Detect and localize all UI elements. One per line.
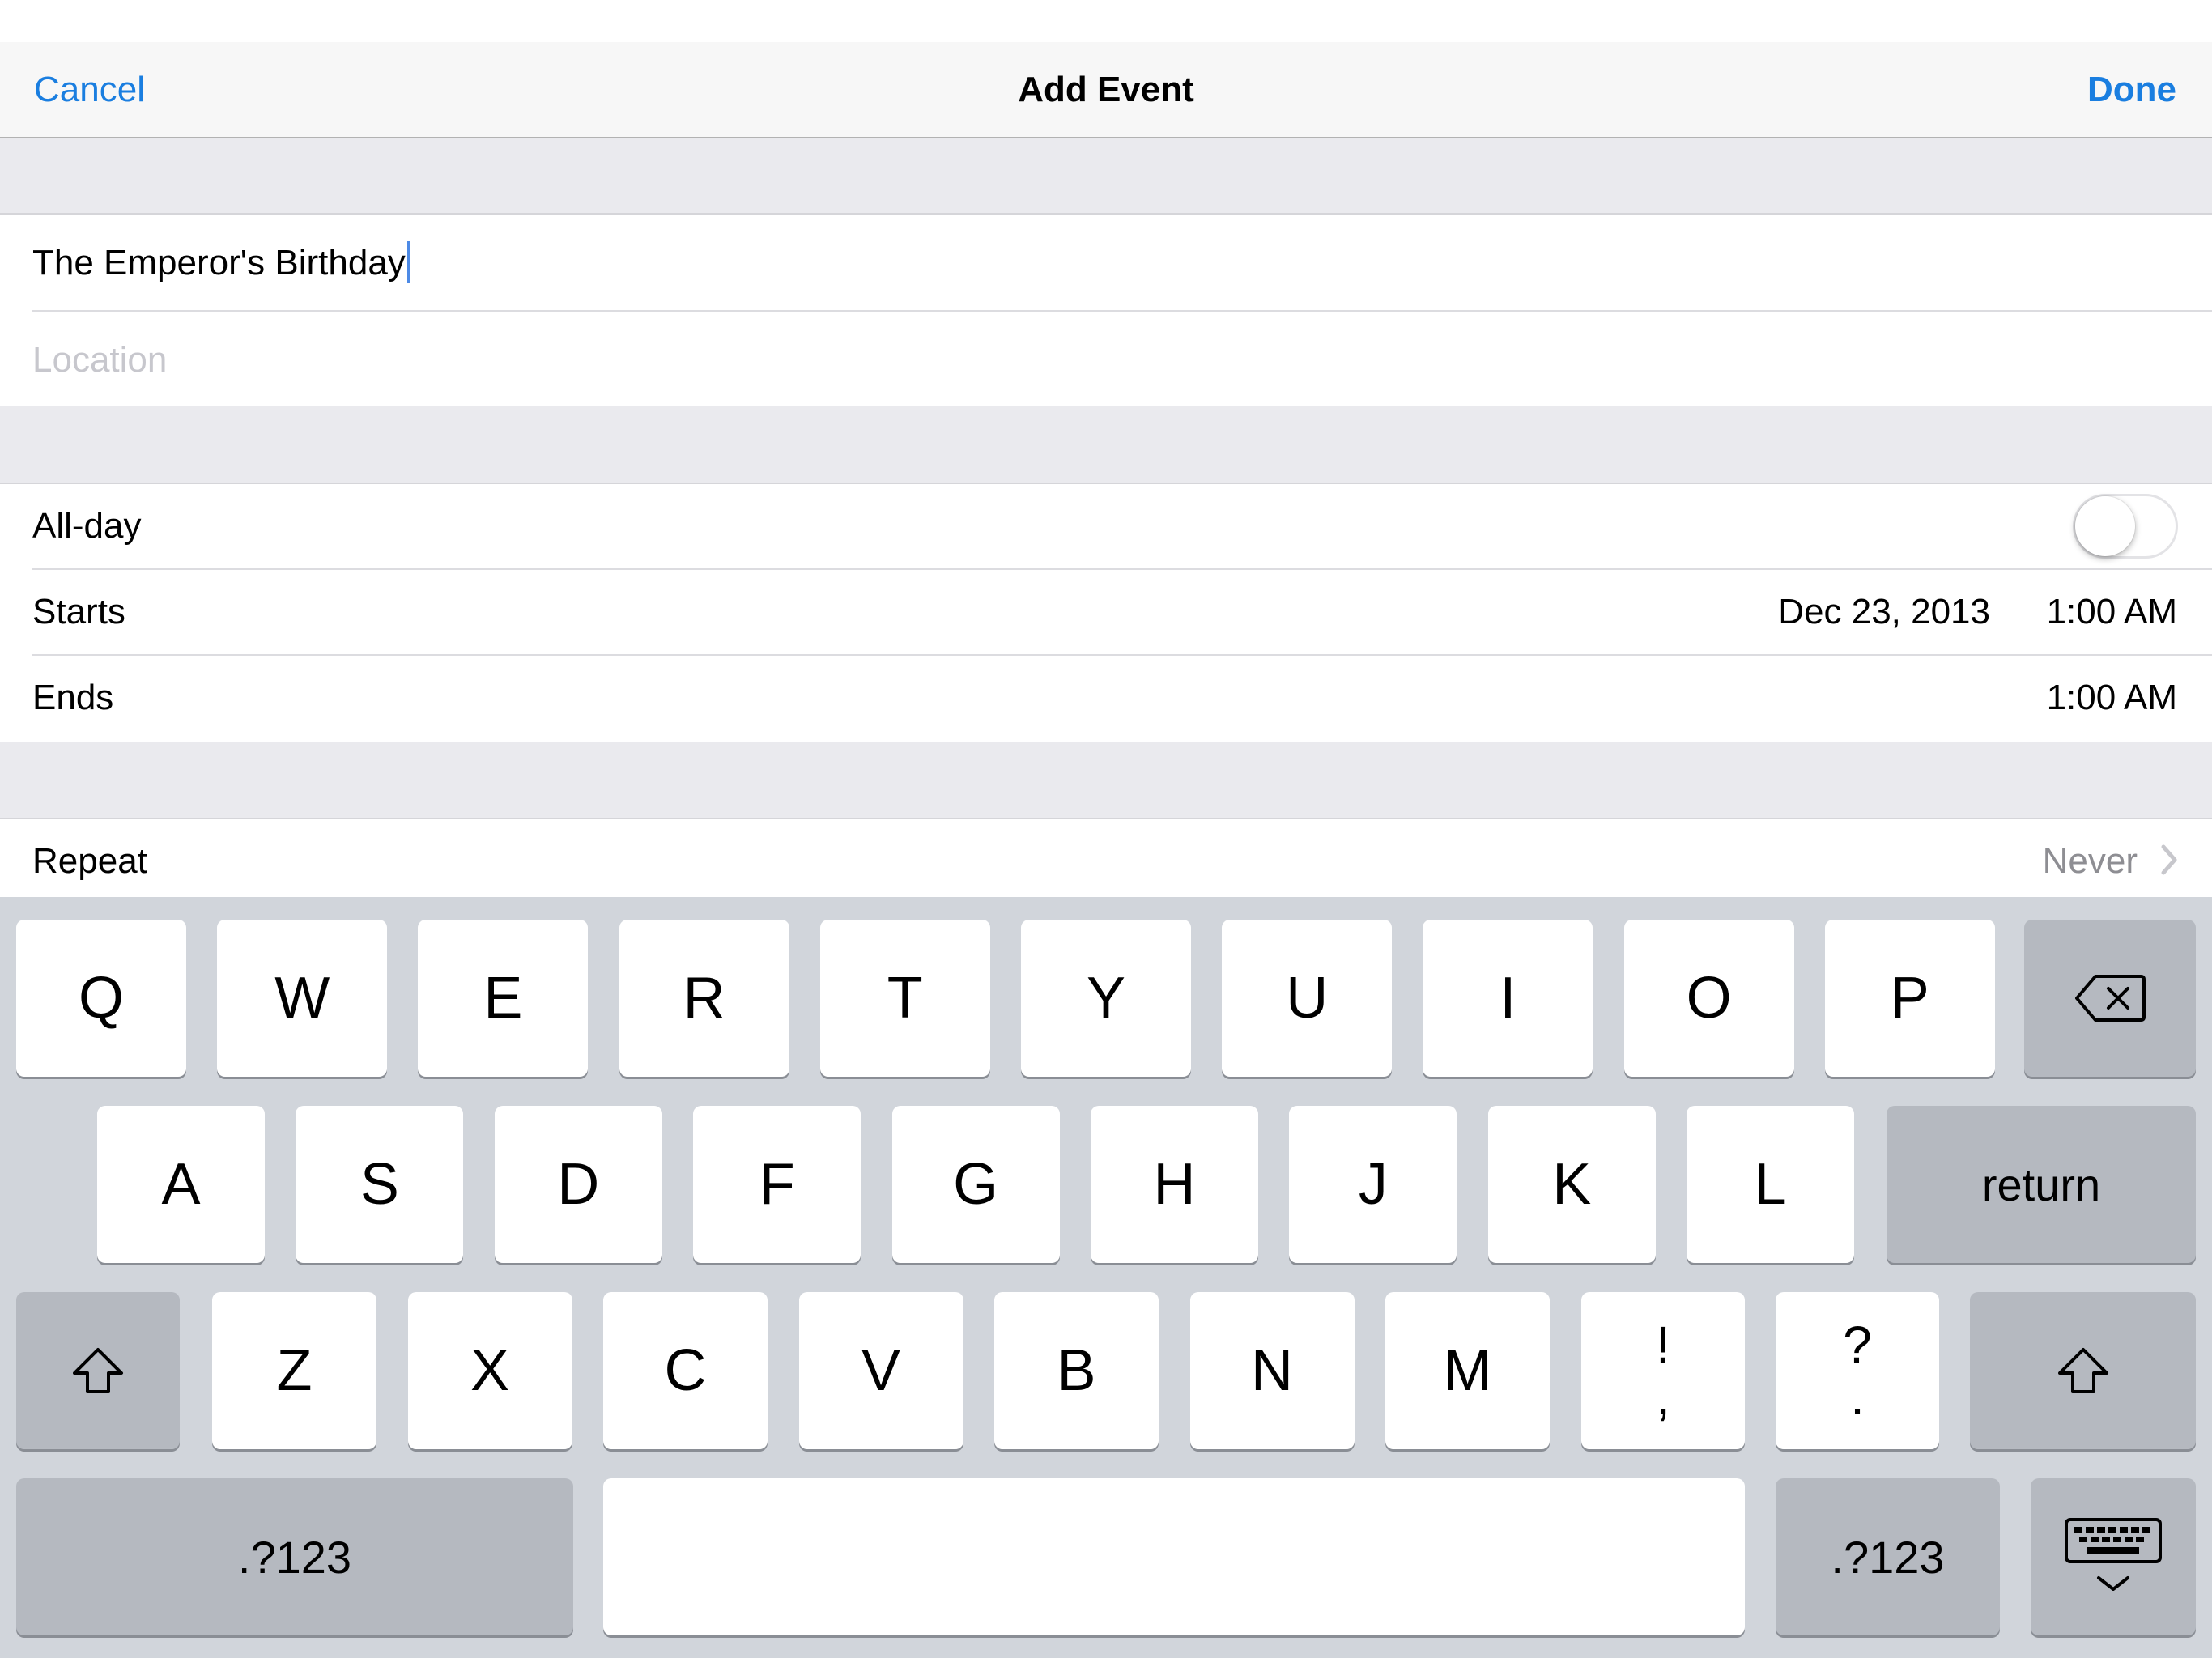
- key-e[interactable]: E: [418, 920, 589, 1077]
- dismiss-keyboard-key[interactable]: [2031, 1478, 2196, 1635]
- key-t[interactable]: T: [819, 920, 990, 1077]
- key-r[interactable]: R: [619, 920, 789, 1077]
- key-v[interactable]: V: [798, 1292, 963, 1449]
- right-shift-key[interactable]: [1970, 1292, 2196, 1449]
- shift-icon: [73, 1348, 123, 1393]
- key-h[interactable]: H: [1091, 1106, 1258, 1263]
- section-gap: [0, 138, 2212, 213]
- key-k[interactable]: K: [1487, 1106, 1656, 1263]
- key-p[interactable]: P: [1824, 920, 1995, 1077]
- page-title: Add Event: [1018, 70, 1194, 109]
- key-c[interactable]: C: [603, 1292, 768, 1449]
- key-z[interactable]: Z: [212, 1292, 376, 1449]
- shift-icon: [2057, 1348, 2108, 1393]
- key-w[interactable]: W: [217, 920, 388, 1077]
- title-location-group: The Emperor's Birthday Location: [0, 213, 2212, 410]
- key-a[interactable]: A: [97, 1106, 265, 1263]
- keyboard-dismiss-icon: [2065, 1518, 2162, 1591]
- left-shift-key[interactable]: [16, 1292, 180, 1449]
- key-f[interactable]: F: [693, 1106, 861, 1263]
- space-bar[interactable]: [603, 1478, 1745, 1635]
- cancel-button[interactable]: Cancel: [34, 42, 145, 137]
- date-group: All-day Starts Dec 23, 2013 1:00 AM Ends…: [0, 483, 2212, 745]
- repeat-row[interactable]: Repeat Never: [0, 819, 2212, 899]
- key-u[interactable]: U: [1222, 920, 1393, 1077]
- numbers-key-left[interactable]: .?123: [16, 1478, 573, 1635]
- starts-row[interactable]: Starts Dec 23, 2013 1:00 AM: [0, 570, 2212, 654]
- ends-row[interactable]: Ends 1:00 AM: [0, 656, 2212, 740]
- numbers-key-right[interactable]: .?123: [1776, 1478, 2000, 1635]
- key-bottom-char: ,: [1656, 1367, 1670, 1426]
- key-b[interactable]: B: [994, 1292, 1159, 1449]
- return-key[interactable]: return: [1887, 1106, 2196, 1263]
- keyboard: return !, ?. .?123 .?123 QWERTYUIOP ASDFG: [0, 897, 2212, 1658]
- key-o[interactable]: O: [1623, 920, 1794, 1077]
- exclamation-comma-key[interactable]: !,: [1581, 1292, 1745, 1449]
- title-text: The Emperor's Birthday: [32, 243, 406, 283]
- section-gap: [0, 406, 2212, 483]
- chevron-right-icon: [2161, 844, 2177, 875]
- starts-time: 1:00 AM: [2046, 592, 2177, 631]
- text-cursor: [406, 241, 410, 284]
- key-y[interactable]: Y: [1021, 920, 1191, 1077]
- divider: [32, 310, 2212, 312]
- key-i[interactable]: I: [1423, 920, 1593, 1077]
- allday-row: All-day: [0, 484, 2212, 568]
- delete-icon: [2075, 975, 2146, 1022]
- key-q[interactable]: Q: [16, 920, 186, 1077]
- done-button[interactable]: Done: [2087, 42, 2176, 137]
- location-input[interactable]: Location: [32, 336, 167, 385]
- key-g[interactable]: G: [891, 1106, 1060, 1263]
- key-n[interactable]: N: [1189, 1292, 1355, 1449]
- key-bottom-char: .: [1850, 1367, 1865, 1426]
- key-s[interactable]: S: [296, 1106, 464, 1263]
- key-d[interactable]: D: [494, 1106, 662, 1263]
- allday-toggle[interactable]: [2073, 494, 2178, 559]
- ends-time: 1:00 AM: [2046, 678, 2177, 717]
- delete-key[interactable]: [2024, 920, 2196, 1077]
- section-gap: [0, 742, 2212, 818]
- key-top-char: ?: [1843, 1316, 1872, 1374]
- toggle-knob: [2075, 496, 2135, 556]
- key-m[interactable]: M: [1385, 1292, 1550, 1449]
- title-field[interactable]: The Emperor's Birthday: [32, 239, 410, 287]
- starts-date: Dec 23, 2013: [1778, 592, 1990, 631]
- allday-label: All-day: [32, 506, 142, 546]
- question-period-key[interactable]: ?.: [1776, 1292, 1939, 1449]
- key-j[interactable]: J: [1289, 1106, 1457, 1263]
- key-x[interactable]: X: [407, 1292, 572, 1449]
- repeat-value: Never: [2042, 841, 2138, 881]
- navigation-bar: Add Event Cancel Done: [0, 42, 2212, 138]
- key-l[interactable]: L: [1687, 1106, 1855, 1263]
- repeat-group: Repeat Never: [0, 818, 2212, 899]
- ends-label: Ends: [32, 678, 114, 717]
- repeat-label: Repeat: [32, 841, 147, 881]
- key-top-char: !: [1656, 1316, 1670, 1374]
- starts-label: Starts: [32, 592, 125, 631]
